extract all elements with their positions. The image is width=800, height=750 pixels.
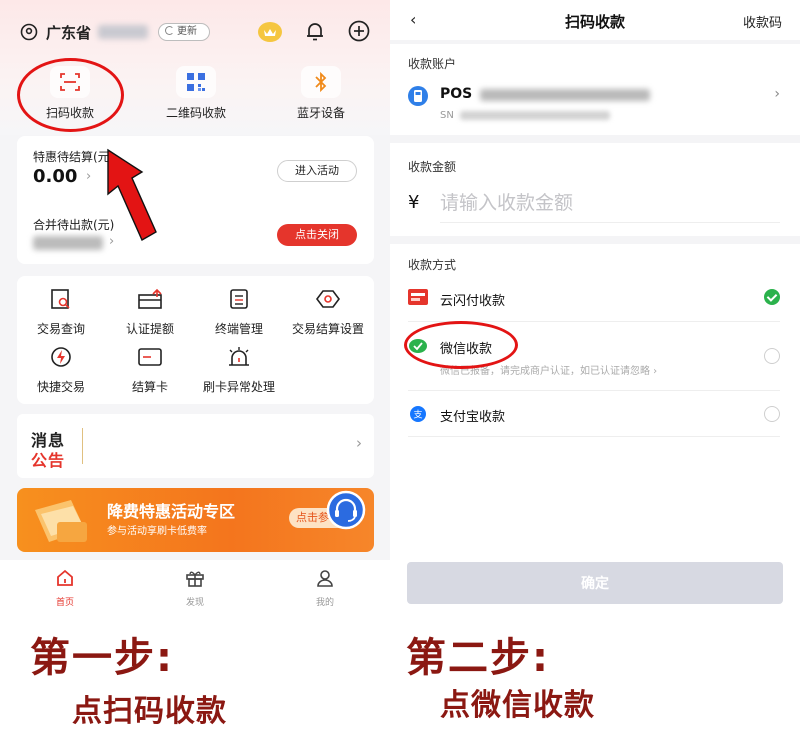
tab-mine[interactable]: 我的 [295,568,355,608]
annotation-circle-wechat [404,321,518,369]
step1-title: 第一步: [30,635,174,681]
alipay-icon: 支 [410,406,426,422]
nav-bar: 扫码收款 ‹ 收款码 [390,0,800,40]
user-icon [317,570,333,587]
confirm-button[interactable]: 确定 [407,562,783,604]
vip-badge-icon[interactable] [257,20,283,44]
step2-action: 点微信收款 [440,688,595,723]
radio-wechat[interactable] [764,348,780,364]
province-label[interactable]: 广东省 [46,22,91,43]
terminal-icon [230,289,248,309]
pos-terminal-icon [408,86,428,106]
section-divider [390,135,800,143]
alarm-icon [229,347,249,366]
bell-icon[interactable] [303,19,327,43]
service-card-exception[interactable]: 刷卡异常处理 [199,346,279,395]
service-transaction-query[interactable]: 交易查询 [21,288,101,337]
row-divider [408,390,780,391]
search-doc-icon [51,289,70,309]
currency-symbol: ¥ [408,192,420,213]
bluetooth-icon [315,71,327,93]
settings-eye-icon [316,290,340,308]
service-quick-trade[interactable]: 快捷交易 [21,346,101,395]
service-certify-limit[interactable]: 认证提额 [110,288,190,337]
step1-action: 点扫码收款 [72,694,227,729]
quick-action-bluetooth[interactable]: 蓝牙设备 [273,66,369,121]
payment-code-link[interactable]: 收款码 [743,12,782,31]
unionpay-icon [408,289,428,305]
promo-banner[interactable]: 降费特惠活动专区 参与活动享刷卡低费率 点击参 [17,488,374,552]
home-icon [57,569,73,586]
lightning-icon [51,347,71,367]
refresh-icon [165,26,174,35]
radio-unionpay-selected[interactable] [764,289,780,305]
location-icon[interactable] [20,23,38,41]
gift-icon [186,571,204,587]
scan-pay-screen: 扫码收款 ‹ 收款码 收款账户 POS SN › 收款金额 ¥ 收款方式 云闪付… [390,0,800,608]
page-title: 扫码收款 [564,13,625,31]
amount-input[interactable] [440,186,780,220]
services-grid: 交易查询 认证提额 终端管理 交易结算设置 快捷交易 结算卡 刷卡异常处理 [17,276,374,404]
account-section-label: 收款账户 [408,57,457,71]
service-settlement-card[interactable]: 结算卡 [110,346,190,395]
row-divider [408,436,780,437]
merged-amount-blurred [33,236,103,250]
sn-label: SN [440,110,454,121]
qrcode-icon [187,73,205,91]
back-icon[interactable]: ‹ [410,10,416,29]
step2-title: 第二步: [406,635,550,681]
card-icon [138,348,162,366]
sn-number-blurred [460,111,610,120]
method-section-label: 收款方式 [408,258,457,272]
annotation-arrow-icon [107,148,157,241]
add-circle-icon[interactable] [347,19,371,43]
method-unionpay[interactable]: 云闪付收款 [390,280,800,322]
svg-text:支: 支 [413,409,422,421]
chevron-right-icon[interactable]: › [774,86,780,102]
chevron-right-icon[interactable]: › [356,434,362,452]
refresh-button[interactable]: 更新 [158,23,210,41]
amount-section-label: 收款金额 [408,160,457,174]
join-activity-button[interactable]: 进入活动 [277,160,357,182]
card-up-icon [138,288,162,309]
annotation-circle-scan [17,58,124,132]
amount-underline [440,222,780,223]
bottom-tabbar: 首页 发现 我的 [0,560,390,608]
section-divider [390,40,800,44]
customer-service-icon[interactable] [322,490,370,530]
section-divider [390,236,800,244]
service-terminal-management[interactable]: 终端管理 [199,288,279,337]
banner-title: 降费特惠活动专区 [107,502,236,521]
radio-alipay[interactable] [764,406,780,422]
pos-label: POS [440,86,473,102]
notice-card[interactable]: 消息 公告 › [17,414,374,478]
coupon-illustration-icon [35,500,87,542]
method-alipay[interactable]: 支 支付宝收款 [390,392,800,436]
settlement-amount[interactable]: 0.00 [33,166,77,187]
close-button[interactable]: 点击关闭 [277,224,357,246]
home-screen: 广东省 更新 扫码收款 二维码收款 蓝牙设备 特惠待结算(元) 0.00 › 进… [0,0,390,608]
pos-id-blurred [480,89,650,101]
city-name-blurred [98,25,148,39]
service-settlement-settings[interactable]: 交易结算设置 [288,288,368,337]
tab-discover[interactable]: 发现 [165,568,225,608]
notice-title-line2: 公告 [31,451,66,470]
quick-action-qrcode-pay[interactable]: 二维码收款 [148,66,244,121]
banner-subtitle: 参与活动享刷卡低费率 [107,526,207,537]
chevron-right-icon[interactable]: › [86,169,91,184]
tab-home[interactable]: 首页 [35,568,95,608]
settlement-card: 特惠待结算(元) 0.00 › 进入活动 合并待出款(元) › 点击关闭 [17,136,374,264]
notice-divider [82,428,83,464]
